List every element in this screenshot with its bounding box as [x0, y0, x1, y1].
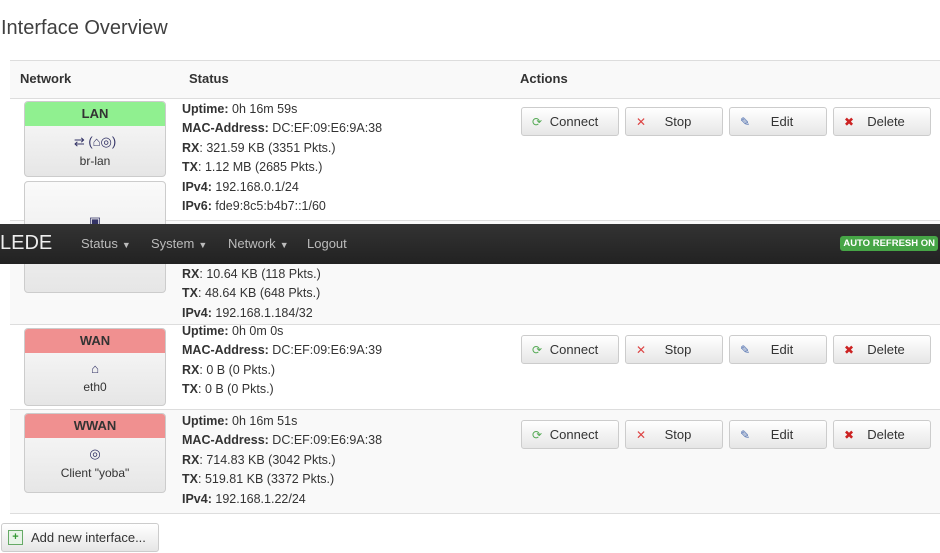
delete-icon: ✖ [843, 342, 855, 357]
delete-button[interactable]: ✖ Delete [833, 335, 931, 364]
status-line: RX: 714.83 KB (3042 Pkts.) [182, 452, 336, 467]
status-line: Uptime: 0h 0m 0s [182, 324, 284, 338]
page-title: Interface Overview [1, 17, 168, 39]
status-line: MAC-Address: DC:EF:09:E6:9A:38 [182, 433, 383, 448]
edit-button[interactable]: ✎ Edit [729, 420, 827, 449]
connect-icon: ⟳ [531, 427, 543, 442]
status-line: IPv4: 192.168.1.22/24 [182, 491, 306, 506]
nav-system[interactable]: System ▼ [151, 236, 207, 251]
interface-name: WWAN [25, 414, 165, 438]
table-header: Network Status Actions [10, 60, 940, 99]
edit-button[interactable]: ✎ Edit [729, 107, 827, 136]
interface-row: WWAN ◎ Client "yoba" Uptime: 0h 16m 51s MAC-… [10, 410, 940, 514]
connect-button[interactable]: ⟳ Connect [521, 335, 619, 364]
interface-device: br-lan [79, 154, 111, 168]
delete-button[interactable]: ✖ Delete [833, 107, 931, 136]
delete-button[interactable]: ✖ Delete [833, 420, 931, 449]
edit-icon: ✎ [739, 427, 751, 442]
status-line: RX: 10.64 KB (118 Pkts.) [182, 267, 321, 281]
status-line: RX: 321.59 KB (3351 Pkts.) [182, 140, 336, 155]
interface-name: LAN [25, 102, 165, 126]
status-line: Uptime: 0h 16m 59s [182, 102, 298, 116]
stop-icon: ✕ [635, 342, 647, 357]
navbar: LEDE Status ▼ System ▼ Network ▼ Logout AUT… [0, 224, 940, 264]
interface-badge[interactable]: LAN ⇄ (⌂◎) br-lan [24, 101, 166, 177]
ethernet-icon: ⌂ [91, 361, 99, 376]
stop-icon: ✕ [635, 114, 647, 129]
connect-icon: ⟳ [531, 114, 543, 129]
delete-icon: ✖ [843, 427, 855, 442]
add-icon: + [8, 530, 23, 545]
stop-button[interactable]: ✕ Stop [625, 335, 723, 364]
interface-badge[interactable]: WAN ⌂ eth0 [24, 328, 166, 406]
status-line: MAC-Address: DC:EF:09:E6:9A:39 [182, 343, 383, 358]
status-line: Uptime: 0h 16m 51s [182, 414, 298, 428]
connect-icon: ⟳ [531, 342, 543, 357]
brand[interactable]: LEDE [0, 232, 52, 255]
status-line: TX: 48.64 KB (648 Pkts.) [182, 286, 321, 301]
interface-device: Client "yoba" [60, 466, 130, 480]
interface-device: eth0 [83, 380, 107, 394]
status-line: IPv6: fde9:8c5:b4b7::1/60 [182, 199, 326, 214]
col-status: Status [189, 71, 229, 86]
interface-name [25, 182, 165, 206]
add-interface-button[interactable]: + Add new interface... [1, 523, 159, 552]
edit-icon: ✎ [739, 114, 751, 129]
interface-row: WAN ⌂ eth0 Uptime: 0h 0m 0s MAC-Address: DC:… [10, 322, 940, 410]
col-network: Network [20, 71, 72, 86]
status-line: TX: 1.12 MB (2685 Pkts.) [182, 160, 323, 175]
caret-down-icon: ▼ [121, 240, 131, 250]
stop-button[interactable]: ✕ Stop [625, 107, 723, 136]
caret-down-icon: ▼ [279, 240, 289, 250]
nav-network[interactable]: Network ▼ [228, 236, 289, 251]
connect-button[interactable]: ⟳ Connect [521, 420, 619, 449]
stop-icon: ✕ [635, 427, 647, 442]
delete-icon: ✖ [843, 114, 855, 129]
interface-badge[interactable]: WWAN ◎ Client "yoba" [24, 413, 166, 493]
connect-button[interactable]: ⟳ Connect [521, 107, 619, 136]
col-actions: Actions [520, 71, 568, 86]
status-line: TX: 0 B (0 Pkts.) [182, 382, 274, 397]
status-line: RX: 0 B (0 Pkts.) [182, 362, 276, 377]
wifi-icon: ◎ [89, 446, 101, 461]
caret-down-icon: ▼ [198, 240, 208, 250]
status-line: MAC-Address: DC:EF:09:E6:9A:38 [182, 121, 383, 136]
interface-status: Uptime: 0h 16m 59s MAC-Address: DC:EF:09:… [182, 100, 382, 216]
interface-status: Uptime: 0h 16m 51s MAC-Address: DC:EF:09:… [182, 412, 382, 509]
stop-button[interactable]: ✕ Stop [625, 420, 723, 449]
edit-button[interactable]: ✎ Edit [729, 335, 827, 364]
interface-status: RX: 10.64 KB (118 Pkts.) TX: 48.64 KB (64… [182, 265, 321, 323]
nav-logout[interactable]: Logout [307, 236, 347, 251]
interface-status: Uptime: 0h 0m 0s MAC-Address: DC:EF:09:E6… [182, 322, 382, 400]
interface-name: WAN [25, 329, 165, 353]
auto-refresh-badge[interactable]: AUTO REFRESH ON [840, 236, 938, 251]
status-line: TX: 519.81 KB (3372 Pkts.) [182, 472, 335, 487]
bridge-icon: ⇄ (⌂◎) [73, 134, 117, 149]
status-line: IPv4: 192.168.1.184/32 [182, 305, 313, 320]
status-line: IPv4: 192.168.0.1/24 [182, 179, 299, 194]
nav-status[interactable]: Status ▼ [81, 236, 131, 251]
edit-icon: ✎ [739, 342, 751, 357]
